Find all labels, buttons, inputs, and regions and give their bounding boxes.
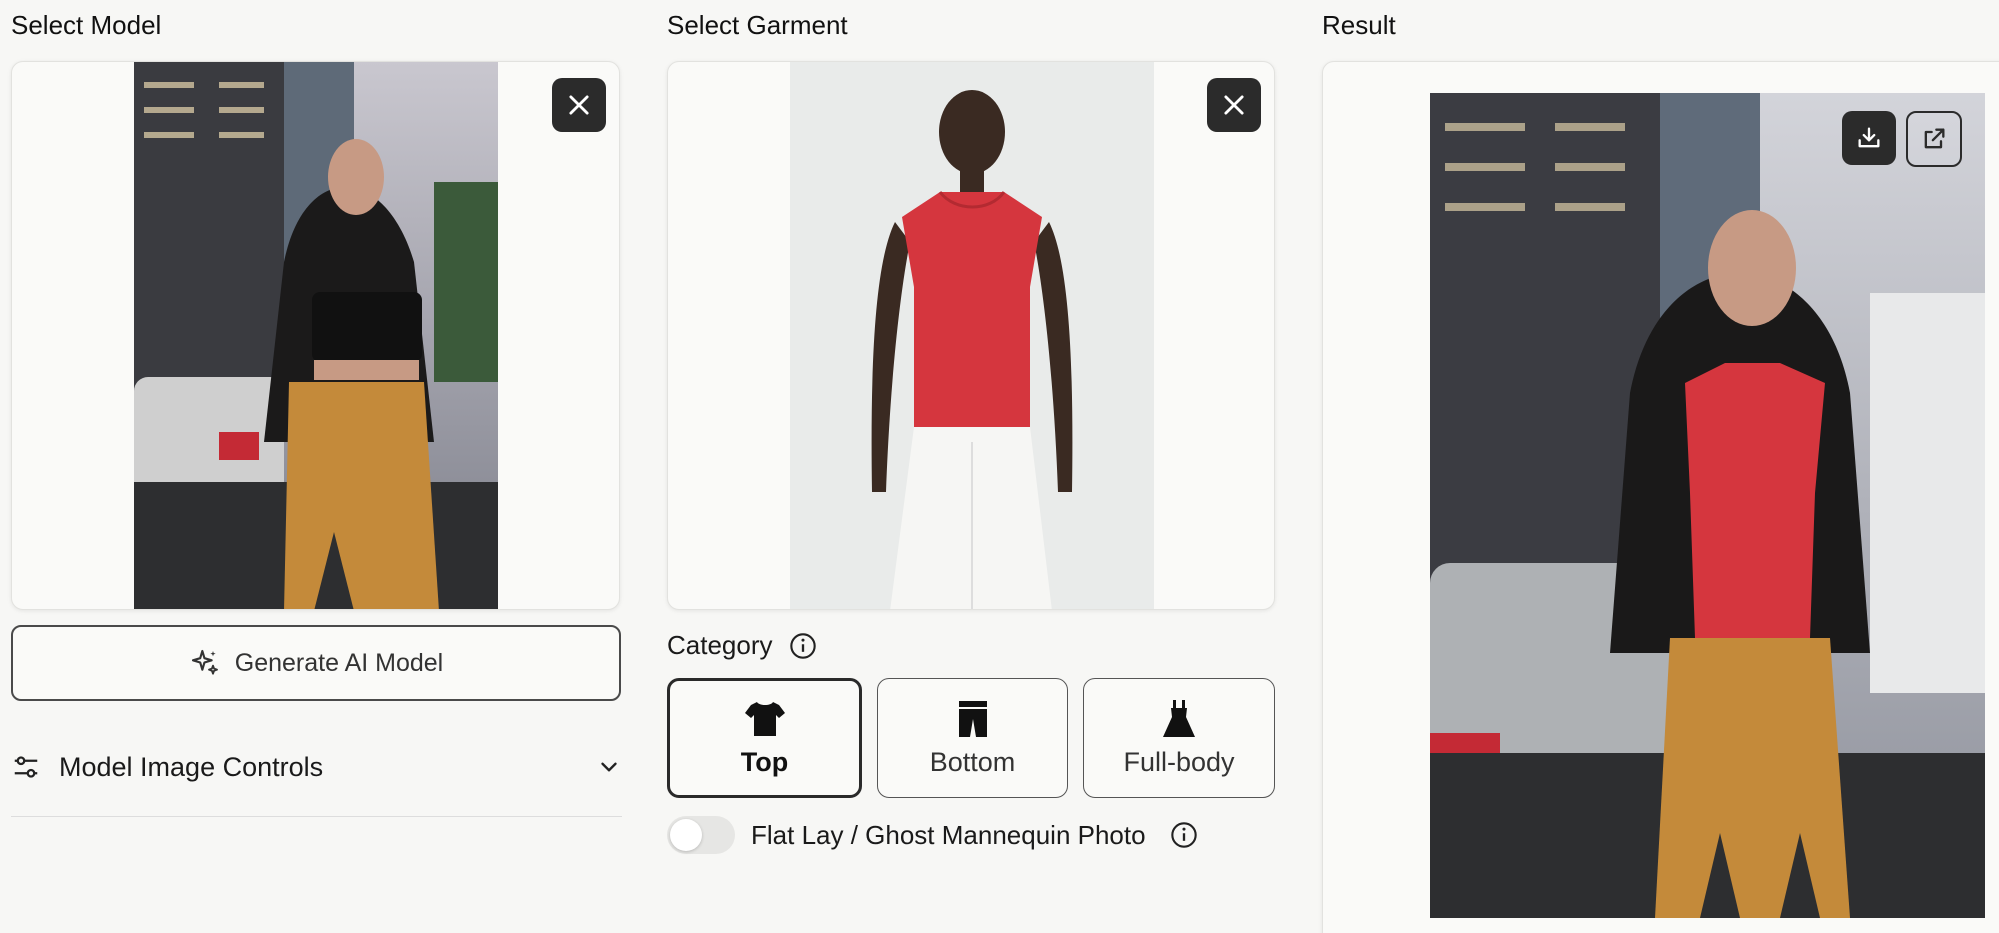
model-image-controls-label: Model Image Controls [59,751,324,782]
info-icon[interactable] [789,632,817,660]
category-label: Category [667,630,773,660]
chevron-down-icon[interactable] [596,754,622,780]
garment-photo [790,62,1154,609]
garment-image-card[interactable] [667,61,1275,610]
external-link-icon [1924,128,1945,149]
open-in-new-tab-button[interactable] [1906,111,1962,167]
flat-lay-row: Flat Lay / Ghost Mannequin Photo [667,815,1198,855]
generate-ai-model-button[interactable]: Generate AI Model [11,625,621,701]
toggle-knob [670,819,702,851]
info-icon[interactable] [1170,821,1198,849]
category-full-body-label: Full-body [1123,746,1235,777]
flat-lay-toggle[interactable] [667,816,735,854]
dress-icon [1163,699,1195,737]
category-top-label: Top [740,746,789,777]
sparkle-icon [191,649,218,675]
generate-ai-model-label: Generate AI Model [234,648,444,677]
download-icon [1858,127,1880,148]
model-image-controls-toggle[interactable]: Model Image Controls [11,745,622,789]
result-card [1322,61,1999,933]
model-photo [134,62,498,609]
close-icon [1224,95,1244,115]
remove-model-button[interactable] [552,78,606,132]
select-model-title: Select Model [11,10,162,40]
close-icon [569,95,589,115]
category-heading: Category [667,630,817,661]
download-button[interactable] [1842,111,1896,165]
category-bottom-button[interactable]: Bottom [877,678,1068,798]
controls-divider [11,816,622,817]
pants-icon [958,700,987,737]
sliders-icon [14,756,38,778]
result-title: Result [1322,10,1396,40]
model-image-card[interactable] [11,61,620,610]
t-shirt-icon [744,701,785,736]
flat-lay-label: Flat Lay / Ghost Mannequin Photo [751,819,1146,850]
remove-garment-button[interactable] [1207,78,1261,132]
category-bottom-label: Bottom [929,746,1016,777]
category-top-button[interactable]: Top [667,678,862,798]
select-garment-title: Select Garment [667,10,848,40]
category-full-body-button[interactable]: Full-body [1083,678,1275,798]
result-photo [1430,93,1985,918]
